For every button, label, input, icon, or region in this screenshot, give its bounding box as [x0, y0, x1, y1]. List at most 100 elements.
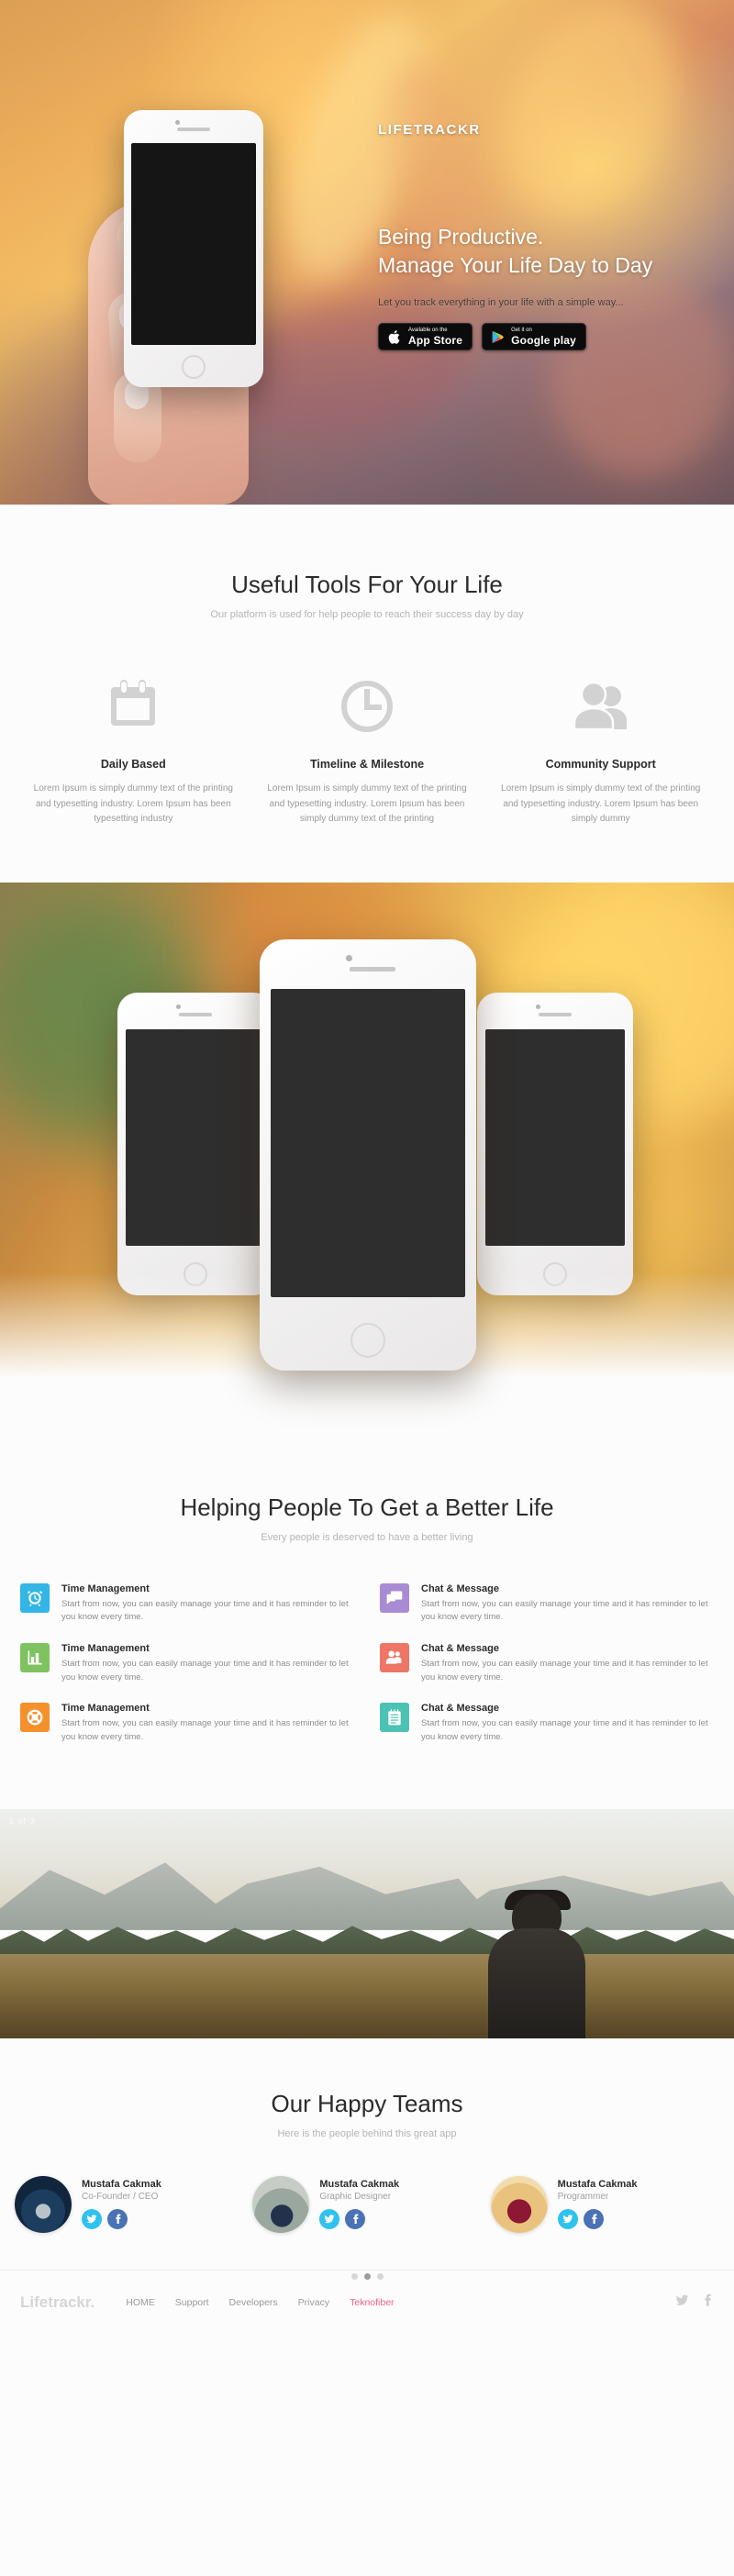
team-member: Mustafa Cakmak Programmer: [490, 2175, 719, 2233]
tool-card-community-support: Community Support Lorem Ipsum is simply …: [484, 673, 717, 827]
hiker-body: [488, 1927, 585, 2038]
appstore-button[interactable]: Available on the App Store: [378, 323, 473, 351]
slider-counter: 2 of 3: [9, 1815, 36, 1826]
users-icon: [496, 673, 705, 739]
feature-title: Chat & Message: [421, 1703, 499, 1715]
phone-screen: [126, 1028, 265, 1246]
googleplay-button[interactable]: Get it on Google play: [482, 323, 587, 351]
feature-text: Start from now, you can easily manage yo…: [421, 1718, 708, 1743]
team-title: Our Happy Teams: [271, 2089, 463, 2117]
tool-title: Timeline & Milestone: [309, 758, 425, 771]
hero-copy: Being Productive. Manage Your Life Day t…: [378, 223, 717, 351]
footer-link-developers[interactable]: Developers: [229, 2297, 278, 2308]
slider-dot[interactable]: [350, 2272, 358, 2280]
facebook-icon[interactable]: [583, 2209, 604, 2230]
googleplay-small-label: Get it on: [511, 328, 532, 334]
avatar: [252, 2175, 310, 2233]
tools-row: Daily Based Lorem Ipsum is simply dummy …: [0, 673, 734, 827]
member-name: Mustafa Cakmak: [82, 2179, 161, 2191]
hero-title-line-1: Being Productive.: [378, 225, 544, 249]
footer-logo[interactable]: Lifetrackr.: [20, 2293, 95, 2312]
page-title: Being Productive. Manage Your Life Day t…: [378, 223, 717, 279]
team-member: Mustafa Cakmak Co-Founder / CEO: [15, 2175, 243, 2233]
team-heading: Our Happy Teams Here is the people behin…: [0, 2090, 734, 2139]
twitter-icon[interactable]: [82, 2209, 102, 2230]
facebook-icon[interactable]: [345, 2209, 366, 2230]
feature-text: Start from now, you can easily manage yo…: [61, 1598, 349, 1623]
phone-screen: [271, 988, 465, 1297]
member-role: Co-Founder / CEO: [82, 2192, 159, 2203]
team-row: Mustafa Cakmak Co-Founder / CEO Mustafa …: [0, 2175, 734, 2233]
clock-icon: [263, 673, 472, 739]
helping-section: Helping People To Get a Better Life Ever…: [0, 1441, 734, 1809]
helping-title: Helping People To Get a Better Life: [180, 1493, 554, 1521]
calendar-icon: [29, 673, 238, 739]
phone-speaker: [350, 966, 395, 972]
footer-link-teknofiber[interactable]: Teknofiber: [350, 2297, 394, 2308]
footer-nav: HOME Support Developers Privacy Teknofib…: [126, 2297, 394, 2308]
phone-showcase-section: [0, 882, 734, 1442]
footer-link-privacy[interactable]: Privacy: [298, 2297, 329, 2308]
feature-item: Time Management Start from now, you can …: [20, 1582, 354, 1625]
member-name: Mustafa Cakmak: [557, 2179, 638, 2191]
hero-section: LIFETRACKR Being Productive. Manage Your…: [0, 0, 734, 505]
facebook-icon[interactable]: [107, 2209, 128, 2230]
feature-grid: Time Management Start from now, you can …: [0, 1582, 734, 1745]
member-role: Programmer: [557, 2192, 609, 2203]
slider-dot-active[interactable]: [363, 2272, 371, 2280]
users-icon: [380, 1642, 409, 1672]
tool-card-daily-based: Daily Based Lorem Ipsum is simply dummy …: [17, 673, 250, 827]
feature-text: Start from now, you can easily manage yo…: [61, 1658, 349, 1682]
phone-camera-icon: [175, 120, 180, 125]
slider-dot[interactable]: [376, 2272, 384, 2280]
member-role: Graphic Designer: [319, 2192, 392, 2203]
team-member: Mustafa Cakmak Graphic Designer: [252, 2175, 481, 2233]
twitter-icon[interactable]: [557, 2209, 578, 2230]
feature-item: Chat & Message Start from now, you can e…: [380, 1703, 714, 1744]
feature-item: Chat & Message Start from now, you can e…: [380, 1582, 714, 1625]
hero-title-line-2: Manage Your Life Day to Day: [378, 252, 653, 277]
feature-title: Time Management: [61, 1703, 150, 1715]
site-logo[interactable]: LIFETRACKR: [378, 122, 481, 138]
helping-subtitle: Every people is deserved to have a bette…: [261, 1531, 473, 1543]
tools-section: Useful Tools For Your Life Our platform …: [0, 505, 734, 883]
helping-heading: Helping People To Get a Better Life Ever…: [0, 1493, 734, 1543]
feature-item: Time Management Start from now, you can …: [20, 1703, 354, 1744]
tools-subtitle: Our platform is used for help people to …: [210, 609, 524, 620]
phone-home-button: [184, 1261, 207, 1286]
member-socials: [319, 2209, 399, 2230]
footer-link-support[interactable]: Support: [175, 2297, 209, 2308]
google-play-icon: [492, 330, 505, 343]
phone-speaker: [179, 1012, 212, 1016]
twitter-icon[interactable]: [319, 2209, 340, 2230]
feature-text: Start from now, you can easily manage yo…: [421, 1658, 708, 1682]
slider-dots[interactable]: [0, 2272, 734, 2280]
feature-title: Chat & Message: [421, 1642, 499, 1654]
footer-socials: [675, 2293, 714, 2312]
tool-title: Daily Based: [100, 758, 166, 771]
phone-speaker: [539, 1012, 572, 1016]
phone-mockup-right: [477, 992, 633, 1295]
feature-title: Time Management: [61, 1582, 150, 1594]
chat-bubbles-icon: [380, 1582, 409, 1613]
googleplay-label: Google play: [511, 334, 577, 348]
member-name: Mustafa Cakmak: [319, 2179, 400, 2191]
phone-screen: [131, 143, 256, 345]
twitter-icon[interactable]: [675, 2293, 689, 2312]
bar-chart-icon: [20, 1642, 50, 1672]
lifebuoy-icon: [20, 1703, 50, 1733]
image-slider-section[interactable]: 2 of 3: [0, 1808, 734, 2038]
footer-link-home[interactable]: HOME: [126, 2297, 155, 2308]
tool-card-timeline-milestone: Timeline & Milestone Lorem Ipsum is simp…: [250, 673, 484, 827]
tools-title: Useful Tools For Your Life: [231, 571, 503, 598]
member-socials: [82, 2209, 161, 2230]
phone-mockup-left: [117, 992, 273, 1295]
phone-home-button: [350, 1322, 385, 1358]
phone-home-button: [182, 355, 206, 379]
avatar: [490, 2175, 548, 2233]
phone-camera-icon: [176, 1004, 181, 1009]
facebook-icon[interactable]: [700, 2293, 714, 2312]
tool-text: Lorem Ipsum is simply dummy text of the …: [33, 783, 233, 824]
phone-home-button: [543, 1261, 567, 1286]
feature-text: Start from now, you can easily manage yo…: [421, 1598, 708, 1623]
